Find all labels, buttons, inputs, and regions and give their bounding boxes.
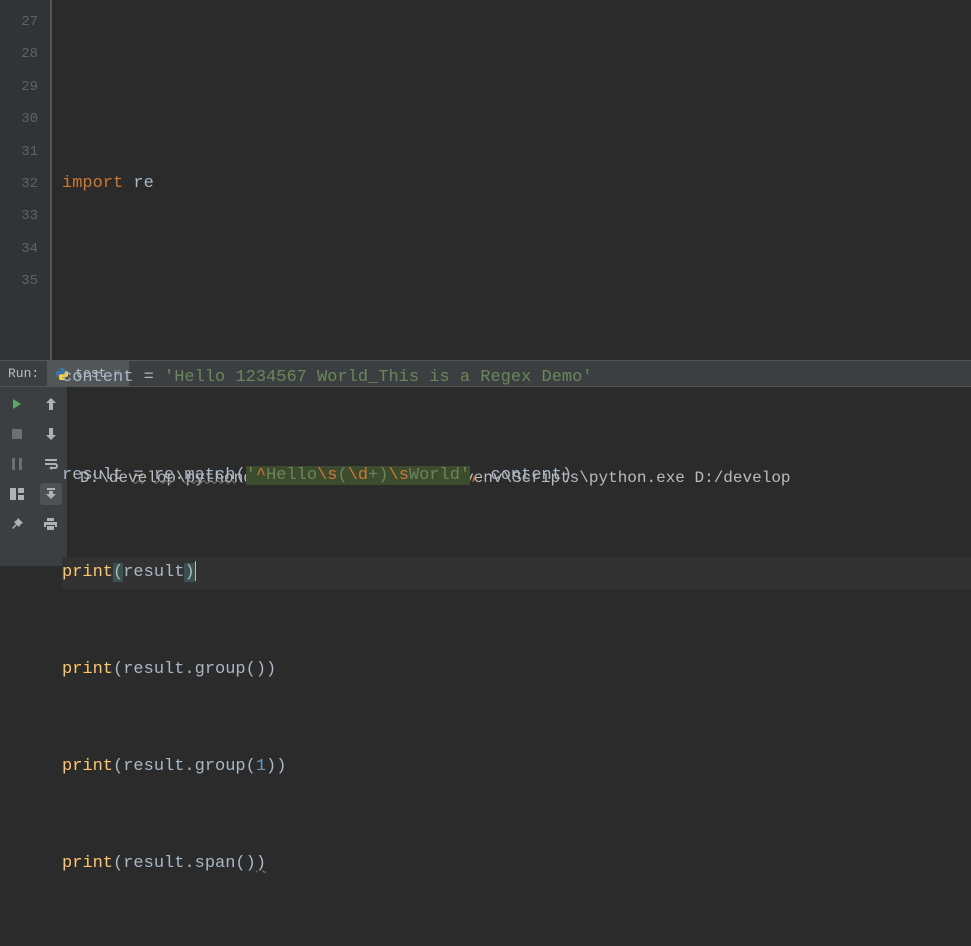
code-text: (result.span() (113, 854, 256, 873)
editor-area: 27 28 29 30 31 32 33 34 35 import re con… (0, 0, 971, 360)
code-line: print(result.group()) (62, 654, 971, 686)
code-text: ) (256, 854, 266, 873)
text-cursor (195, 561, 196, 581)
function-call: print (62, 757, 113, 776)
rerun-button[interactable] (6, 393, 28, 415)
string-literal: ) (378, 466, 388, 485)
escape-seq: \s (389, 466, 409, 485)
code-text: ( (235, 466, 245, 485)
code-text: content = (62, 368, 164, 387)
run-label: Run: (0, 366, 47, 381)
line-number: 30 (0, 103, 38, 135)
code-line: print(result.span()) (62, 848, 971, 880)
code-text: match (184, 466, 235, 485)
function-call: print (62, 854, 113, 873)
regex-anchor: ^ (256, 466, 266, 485)
code-text: )) (266, 757, 286, 776)
code-line: result = re.match('^Hello\s(\d+)\sWorld'… (62, 460, 971, 492)
string-literal: 'Hello 1234567 World_This is a Regex Dem… (164, 368, 592, 387)
code-text: . (174, 466, 184, 485)
line-number: 29 (0, 71, 38, 103)
string-literal: + (368, 466, 378, 485)
down-button[interactable] (40, 423, 62, 445)
string-literal: ' (246, 466, 256, 485)
escape-seq: \s (317, 466, 337, 485)
code-line: print(result.group(1)) (62, 751, 971, 783)
code-line (62, 71, 971, 103)
line-gutter: 27 28 29 30 31 32 33 34 35 (0, 0, 50, 360)
code-line (62, 265, 971, 297)
stop-button[interactable] (6, 423, 28, 445)
line-number: 35 (0, 265, 38, 297)
run-actions-column (0, 387, 34, 566)
escape-seq: \d (348, 466, 368, 485)
number-literal: 1 (256, 757, 266, 776)
layout-button[interactable] (6, 483, 28, 505)
code-text: result (62, 466, 133, 485)
code-text: re (154, 466, 174, 485)
code-line: content = 'Hello 1234567 World_This is a… (62, 362, 971, 394)
string-literal: World (409, 466, 460, 485)
code-text (144, 466, 154, 485)
line-number: 28 (0, 38, 38, 70)
code-text: = (133, 466, 143, 485)
code-text: (result.group( (113, 757, 256, 776)
punct: , (470, 466, 480, 485)
print-button[interactable] (40, 513, 62, 535)
string-literal: Hello (266, 466, 317, 485)
line-number: 34 (0, 233, 38, 265)
code-editor[interactable]: import re content = 'Hello 1234567 World… (52, 0, 971, 360)
softwrap-button[interactable] (40, 453, 62, 475)
identifier: re (123, 174, 154, 193)
line-number: 32 (0, 168, 38, 200)
code-line-current: print(result) (62, 557, 971, 589)
code-line: import re (62, 168, 971, 200)
function-call: print (62, 660, 113, 679)
pin-button[interactable] (6, 513, 28, 535)
code-text: content) (480, 466, 572, 485)
up-button[interactable] (40, 393, 62, 415)
line-number: 33 (0, 200, 38, 232)
pause-button[interactable] (6, 453, 28, 475)
line-number: 31 (0, 136, 38, 168)
keyword: import (62, 174, 123, 193)
scroll-to-end-button[interactable] (40, 483, 62, 505)
string-literal: ( (337, 466, 347, 485)
string-literal: ' (460, 466, 470, 485)
line-number: 27 (0, 6, 38, 38)
code-text: (result.group()) (113, 660, 276, 679)
